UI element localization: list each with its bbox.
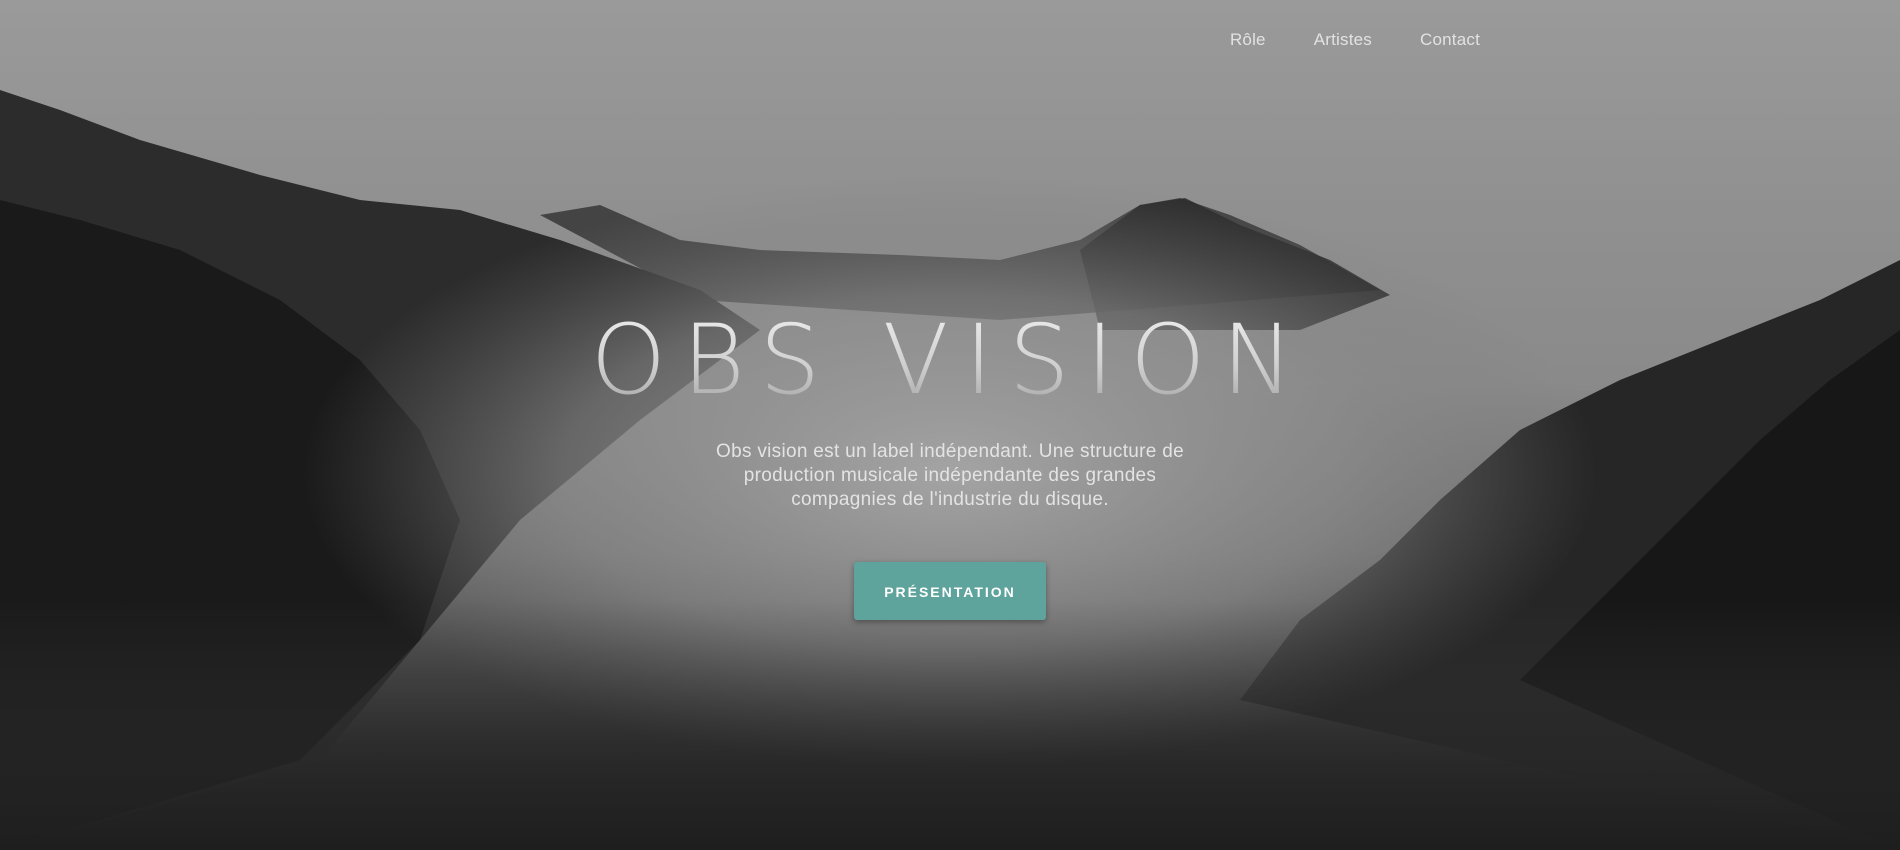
hero-title: OBS VISION [0,300,1900,420]
nav-item-contact[interactable]: Contact [1420,30,1480,50]
top-nav: Rôle Artistes Contact [1230,30,1480,50]
presentation-button[interactable]: PRÉSENTATION [854,562,1046,620]
nav-item-role[interactable]: Rôle [1230,30,1266,50]
hero-tagline: Obs vision est un label indépendant. Une… [716,441,1184,510]
hero-section: Rôle Artistes Contact OBS VISION Obs vis… [0,0,1900,850]
hero-content: OBS VISION Obs vision est un label indép… [0,300,1900,620]
nav-item-artistes[interactable]: Artistes [1314,30,1372,50]
